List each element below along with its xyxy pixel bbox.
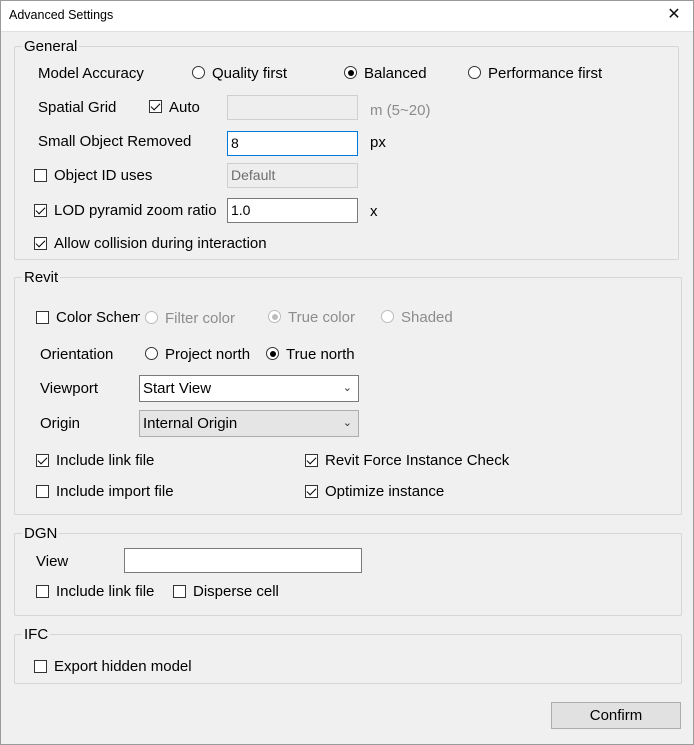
lod-zoom-input[interactable]: 1.0 — [227, 198, 358, 223]
small-object-label: Small Object Removed — [38, 133, 192, 150]
radio-shaded-label[interactable]: Shaded — [401, 309, 453, 327]
window-title: Advanced Settings — [9, 8, 114, 22]
optimize-instance-label[interactable]: Optimize instance — [325, 483, 444, 501]
radio-balanced-label[interactable]: Balanced — [364, 65, 427, 83]
small-object-input[interactable]: 8 — [227, 131, 358, 156]
dgn-view-input[interactable] — [124, 548, 362, 573]
small-object-unit: px — [370, 134, 386, 151]
allow-collision-label[interactable]: Allow collision during interaction — [54, 235, 267, 253]
spatial-grid-input[interactable] — [227, 95, 358, 120]
object-id-label[interactable]: Object ID uses — [54, 167, 152, 185]
orientation-label: Orientation — [40, 346, 114, 363]
radio-balanced[interactable] — [344, 66, 357, 79]
export-hidden-label[interactable]: Export hidden model — [54, 658, 192, 676]
object-id-checkbox[interactable] — [34, 169, 47, 182]
radio-true-color-label[interactable]: True color — [288, 309, 355, 327]
origin-label: Origin — [40, 415, 81, 432]
radio-quality-first[interactable] — [192, 66, 205, 79]
radio-project-north-label[interactable]: Project north — [165, 346, 250, 364]
allow-collision-checkbox[interactable] — [34, 237, 47, 250]
auto-checkbox[interactable] — [149, 100, 162, 113]
viewport-select[interactable]: Start View ⌄ — [139, 375, 359, 402]
revit-legend: Revit — [22, 269, 61, 286]
dgn-include-link-checkbox[interactable] — [36, 585, 49, 598]
spatial-grid-label: Spatial Grid — [38, 99, 117, 116]
dgn-view-label: View — [36, 553, 69, 570]
model-accuracy-label: Model Accuracy — [38, 65, 144, 82]
auto-label[interactable]: Auto — [169, 99, 200, 117]
radio-true-color[interactable] — [268, 310, 281, 323]
chevron-down-icon: ⌄ — [342, 417, 352, 429]
confirm-button[interactable]: Confirm — [551, 702, 681, 729]
include-import-checkbox[interactable] — [36, 485, 49, 498]
lod-checkbox[interactable] — [34, 204, 47, 217]
optimize-instance-checkbox[interactable] — [305, 485, 318, 498]
radio-quality-first-label[interactable]: Quality first — [212, 65, 287, 83]
origin-select-value: Internal Origin — [143, 415, 238, 432]
spatial-grid-unit: m (5~20) — [370, 102, 431, 119]
origin-select[interactable]: Internal Origin ⌄ — [139, 410, 359, 437]
viewport-label: Viewport — [40, 380, 99, 397]
export-hidden-checkbox[interactable] — [34, 660, 47, 673]
color-scheme-checkbox[interactable] — [36, 311, 49, 324]
force-instance-label[interactable]: Revit Force Instance Check — [325, 452, 509, 470]
revit-include-link-label[interactable]: Include link file — [56, 452, 154, 470]
radio-true-north-label[interactable]: True north — [286, 346, 355, 364]
dgn-group: DGN — [14, 525, 682, 616]
revit-include-link-checkbox[interactable] — [36, 454, 49, 467]
radio-filter-color[interactable] — [145, 311, 158, 324]
lod-label[interactable]: LOD pyramid zoom ratio — [54, 202, 217, 220]
force-instance-checkbox[interactable] — [305, 454, 318, 467]
radio-filter-color-label[interactable]: Filter color — [165, 310, 235, 328]
radio-performance-first[interactable] — [468, 66, 481, 79]
radio-true-north[interactable] — [266, 347, 279, 360]
chevron-down-icon: ⌄ — [342, 382, 352, 394]
dgn-legend: DGN — [22, 525, 60, 542]
color-scheme-label[interactable]: Color Schem — [56, 309, 140, 327]
object-id-input[interactable]: Default — [227, 163, 358, 188]
viewport-select-value: Start View — [143, 380, 212, 397]
include-import-label[interactable]: Include import file — [56, 483, 174, 501]
radio-project-north[interactable] — [145, 347, 158, 360]
ifc-legend: IFC — [22, 626, 51, 643]
dgn-include-link-label[interactable]: Include link file — [56, 583, 154, 601]
title-bar: Advanced Settings ✕ — [0, 0, 694, 32]
general-legend: General — [22, 38, 80, 55]
disperse-cell-label[interactable]: Disperse cell — [193, 583, 279, 601]
radio-shaded[interactable] — [381, 310, 394, 323]
disperse-cell-checkbox[interactable] — [173, 585, 186, 598]
radio-performance-first-label[interactable]: Performance first — [488, 65, 602, 83]
close-icon[interactable]: ✕ — [654, 0, 694, 32]
lod-unit: x — [370, 203, 378, 220]
